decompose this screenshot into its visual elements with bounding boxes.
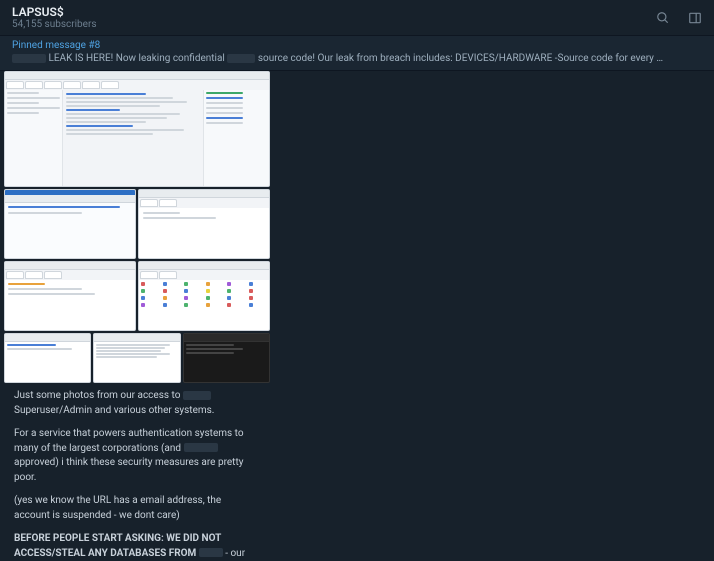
- redacted-text: [184, 443, 218, 452]
- screenshot-image[interactable]: [138, 261, 270, 331]
- redacted-text: [12, 54, 46, 63]
- header-title-block[interactable]: LAPSUS$ 54,155 subscribers: [12, 5, 97, 30]
- chat-header: LAPSUS$ 54,155 subscribers: [0, 0, 714, 36]
- search-icon[interactable]: [656, 11, 670, 25]
- sidebar-toggle-icon[interactable]: [688, 11, 702, 25]
- screenshot-image[interactable]: [4, 189, 136, 259]
- channel-title: LAPSUS$: [12, 5, 97, 19]
- redacted-text: [227, 54, 255, 63]
- redacted-text: [199, 548, 223, 557]
- message-paragraph: BEFORE PEOPLE START ASKING: WE DID NOT A…: [14, 532, 256, 561]
- redacted-text: [656, 54, 702, 63]
- pinned-label: Pinned message #8: [12, 40, 702, 51]
- pinned-text: LEAK IS HERE! Now leaking confidential s…: [12, 53, 702, 64]
- redacted-text: [183, 391, 211, 400]
- screenshot-image[interactable]: [93, 333, 180, 383]
- media-album[interactable]: [4, 71, 270, 383]
- message-paragraph: Just some photos from our access to Supe…: [14, 389, 256, 418]
- screenshot-image[interactable]: [183, 333, 270, 383]
- screenshot-image[interactable]: [138, 189, 270, 259]
- message-paragraph: For a service that powers authentication…: [14, 427, 256, 485]
- message-paragraph: (yes we know the URL has a email address…: [14, 494, 256, 523]
- screenshot-image[interactable]: [4, 261, 136, 331]
- message-area[interactable]: Just some photos from our access to Supe…: [0, 71, 714, 561]
- subscriber-count: 54,155 subscribers: [12, 19, 97, 30]
- pinned-message-bar[interactable]: Pinned message #8 LEAK IS HERE! Now leak…: [0, 36, 714, 71]
- screenshot-image[interactable]: [4, 71, 270, 187]
- message-text: Just some photos from our access to Supe…: [4, 383, 264, 561]
- header-actions: [656, 11, 702, 25]
- screenshot-image[interactable]: [4, 333, 91, 383]
